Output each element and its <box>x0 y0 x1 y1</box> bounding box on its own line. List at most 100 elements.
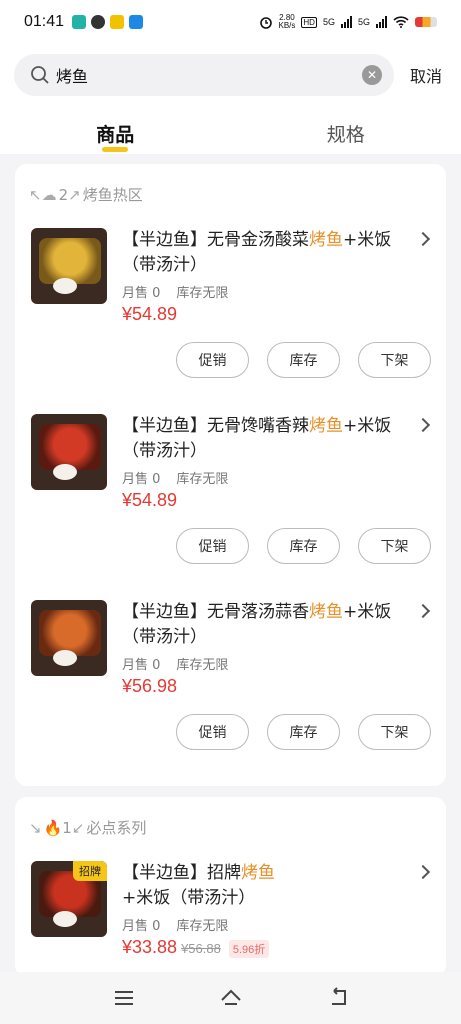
stock-status: 库存无限 <box>176 286 229 301</box>
name-prefix: 【半边鱼】无骨馋嘴香辣 <box>122 416 309 436</box>
chevron-right-icon[interactable] <box>415 417 431 433</box>
fire-icon: 🔥 <box>43 818 63 837</box>
clear-search-button[interactable]: ✕ <box>362 65 382 85</box>
inventory-button[interactable]: 库存 <box>267 528 340 564</box>
status-time: 01:41 <box>24 13 65 30</box>
alarm-icon <box>259 17 272 29</box>
section-title: 烤鱼热区 <box>82 186 143 204</box>
sim1-label: 5G <box>322 17 335 27</box>
signal-icon-2 <box>376 16 387 28</box>
name-highlight: 烤鱼 <box>309 602 343 622</box>
monthly-sales: 月售 0 <box>122 658 161 673</box>
product-price: ¥56.98 <box>122 676 177 697</box>
product-meta: 月售 0 库存无限 <box>122 915 244 934</box>
home-icon[interactable] <box>219 986 243 1010</box>
search-icon <box>31 66 49 84</box>
promotion-button[interactable]: 促销 <box>176 528 249 564</box>
monthly-sales: 月售 0 <box>122 286 161 301</box>
discount-badge: 5.96折 <box>228 940 270 958</box>
chevron-right-icon[interactable] <box>415 231 431 247</box>
chevron-right-icon[interactable] <box>415 603 431 619</box>
product-actions: 促销 库存 下架 <box>176 714 431 750</box>
promotion-button[interactable]: 促销 <box>176 342 249 378</box>
wifi-icon <box>393 16 409 28</box>
dish-graphic <box>39 610 101 656</box>
promotion-button[interactable]: 促销 <box>176 714 249 750</box>
product-name: 【半边鱼】招牌烤鱼 +米饭（带汤汁） <box>122 861 402 911</box>
dish-graphic <box>39 238 101 284</box>
product-actions: 促销 库存 下架 <box>176 528 431 564</box>
tab-specs[interactable]: 规格 <box>231 106 461 154</box>
product-image[interactable] <box>31 414 107 490</box>
product-meta: 月售 0 库存无限 <box>122 468 244 487</box>
chat-notification-icon <box>91 15 106 29</box>
status-bar: 01:41 2.80 KB/s HD 5G 5G <box>0 0 461 44</box>
rice-graphic <box>53 278 77 294</box>
delist-button[interactable]: 下架 <box>358 714 431 750</box>
section-card-hot-fish: ↖☁ 2 ↗ 烤鱼热区 【半边鱼】无骨金汤酸菜烤鱼+米饭（带汤汁） 月售 0 库存… <box>15 164 446 786</box>
browser-notification-icon <box>129 15 144 29</box>
app-notification-icon <box>72 15 87 29</box>
sim2-label: 5G <box>357 17 370 27</box>
cancel-button[interactable]: 取消 <box>410 63 442 87</box>
product-price: ¥33.88 ¥56.88 5.96折 <box>122 937 270 958</box>
product-price: ¥54.89 <box>122 304 177 325</box>
arrow-icon: ↘ <box>29 818 42 837</box>
price-value: ¥54.89 <box>122 304 178 324</box>
name-highlight: 烤鱼 <box>309 230 343 250</box>
signal-icon <box>340 16 352 28</box>
mascot-notification-icon <box>110 15 125 29</box>
section-count: 2 <box>58 185 69 204</box>
signature-tag: 招牌 <box>73 861 107 881</box>
product-price: ¥54.89 <box>122 490 177 511</box>
search-box[interactable]: ✕ <box>14 54 394 96</box>
tab-products[interactable]: 商品 <box>0 106 231 154</box>
arrow-icon: ↙ <box>71 818 85 837</box>
product-name: 【半边鱼】无骨金汤酸菜烤鱼+米饭（带汤汁） <box>122 228 402 278</box>
name-prefix: 【半边鱼】招牌 <box>122 863 241 883</box>
monthly-sales: 月售 0 <box>122 472 161 487</box>
rice-graphic <box>53 464 77 480</box>
search-input[interactable] <box>56 65 346 85</box>
product-actions: 促销 库存 下架 <box>176 342 431 378</box>
product-meta: 月售 0 库存无限 <box>122 282 244 301</box>
product-name: 【半边鱼】无骨馋嘴香辣烤鱼+米饭（带汤汁） <box>122 414 402 464</box>
section-card-must-order: ↘ 🔥 1 ↙ 必点系列 招牌 【半边鱼】招牌烤鱼 +米饭（带汤汁） 月售 0 库存… <box>15 797 446 977</box>
delist-button[interactable]: 下架 <box>358 528 431 564</box>
status-right-group: 2.80 KB/s HD 5G 5G <box>259 14 437 30</box>
arrow-icon: ↗ <box>68 185 81 204</box>
section-header: ↘ 🔥 1 ↙ 必点系列 <box>29 817 146 838</box>
stock-status: 库存无限 <box>176 919 229 934</box>
name-suffix: +米饭（带汤汁） <box>122 888 256 908</box>
name-prefix: 【半边鱼】无骨落汤蒜香 <box>122 602 309 622</box>
product-image[interactable]: 招牌 <box>31 861 107 937</box>
inventory-button[interactable]: 库存 <box>267 714 340 750</box>
cloud-arrow-icon: ↖☁ <box>29 185 57 204</box>
name-highlight: 烤鱼 <box>309 416 343 436</box>
system-nav-bar <box>0 972 461 1024</box>
monthly-sales: 月售 0 <box>122 919 161 934</box>
section-header: ↖☁ 2 ↗ 烤鱼热区 <box>29 184 143 205</box>
stock-status: 库存无限 <box>176 658 229 673</box>
rice-graphic <box>53 911 77 927</box>
section-title: 必点系列 <box>86 819 147 837</box>
menu-icon[interactable] <box>112 986 136 1010</box>
product-image[interactable] <box>31 228 107 304</box>
net-speed: 2.80 KB/s <box>279 14 296 30</box>
search-row: ✕ 取消 <box>0 44 461 106</box>
rice-graphic <box>53 650 77 666</box>
chevron-right-icon[interactable] <box>415 864 431 880</box>
back-icon[interactable] <box>326 986 350 1010</box>
product-image[interactable] <box>31 600 107 676</box>
inventory-button[interactable]: 库存 <box>267 342 340 378</box>
product-meta: 月售 0 库存无限 <box>122 654 244 673</box>
delist-button[interactable]: 下架 <box>358 342 431 378</box>
stock-status: 库存无限 <box>176 472 229 487</box>
net-speed-unit: KB/s <box>278 21 296 30</box>
section-count: 1 <box>62 818 72 837</box>
name-highlight: 烤鱼 <box>241 863 275 883</box>
hd-badge: HD <box>301 16 317 28</box>
price-value: ¥33.88 <box>122 937 178 957</box>
tab-bar: 商品 规格 <box>0 106 461 154</box>
price-value: ¥54.89 <box>122 490 178 510</box>
